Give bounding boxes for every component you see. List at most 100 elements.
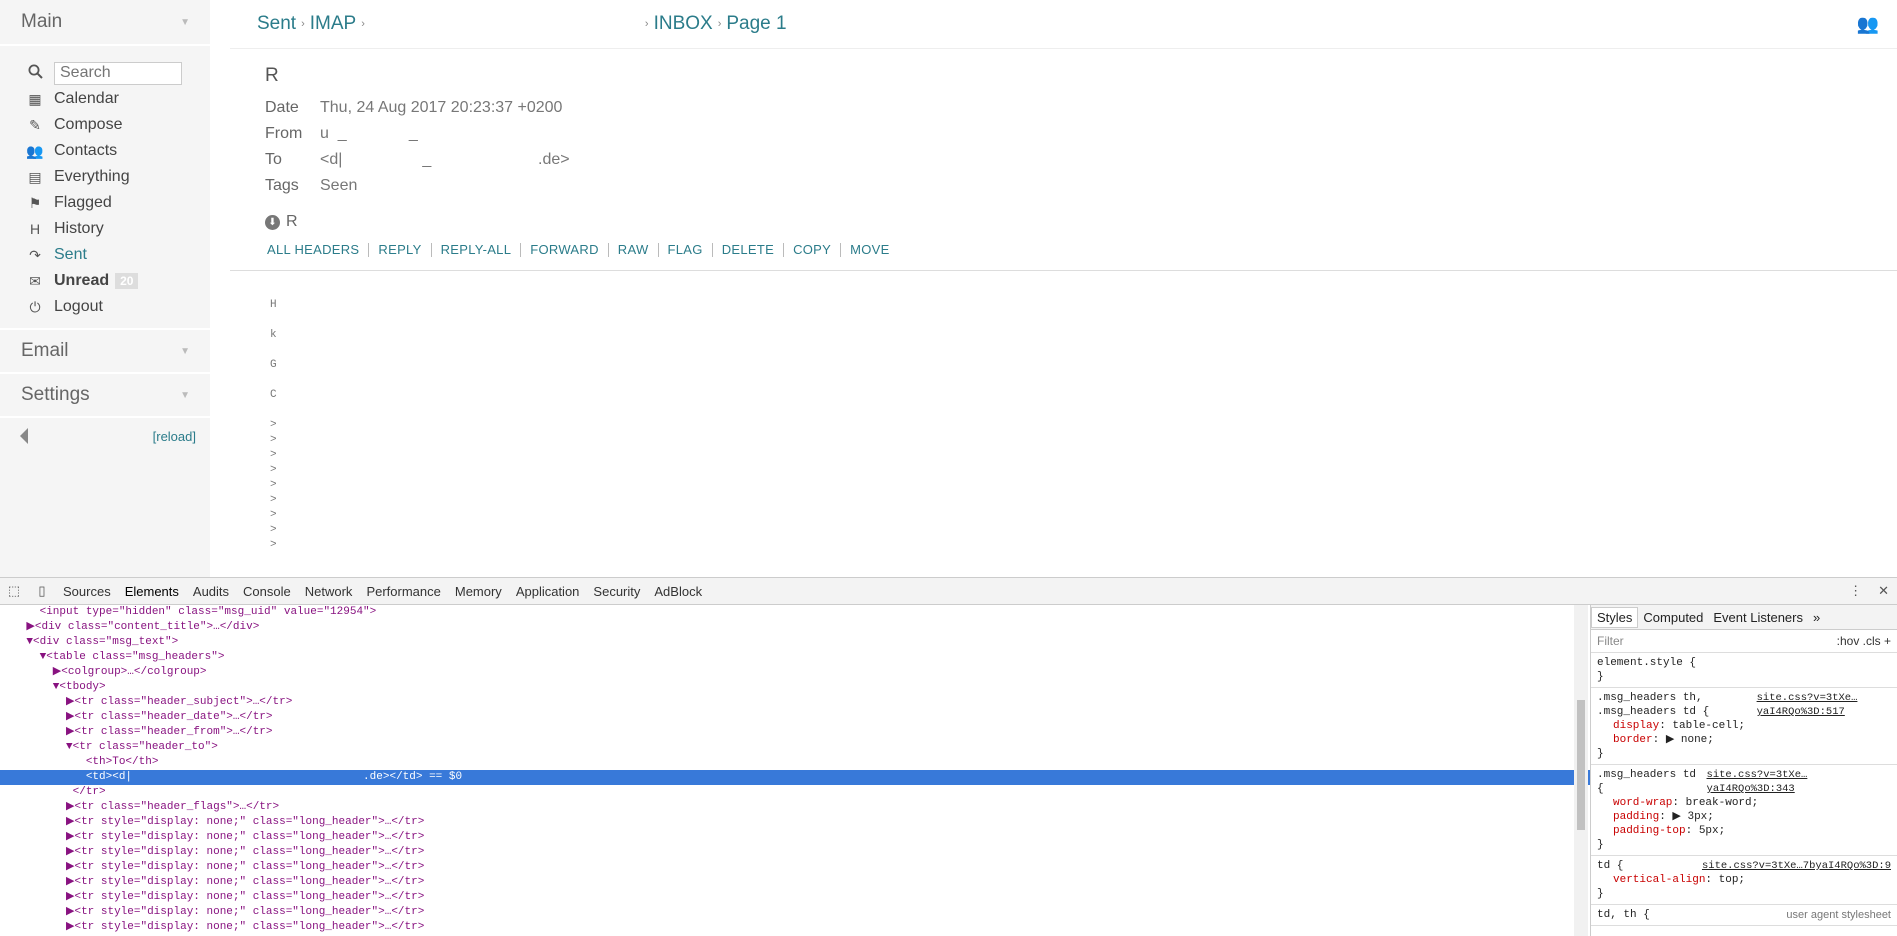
dom-node-row[interactable]: ▶<tr style="display: none;" class="long_… — [0, 905, 1590, 920]
sidebar-item-everything[interactable]: ▤ Everything — [26, 164, 210, 190]
dom-node-row[interactable]: ▶<tr class="header_from">…</tr> — [0, 725, 1590, 740]
raw-button[interactable]: RAW — [618, 243, 659, 257]
dom-node-row[interactable]: ▶<tr style="display: none;" class="long_… — [0, 875, 1590, 890]
dom-node-row[interactable]: ▶<tr style="display: none;" class="long_… — [0, 920, 1590, 935]
css-property[interactable]: border: ▶ none; — [1597, 733, 1891, 747]
rule-source-link[interactable]: site.css?v=3tXe…7byaI4RQo%3D:9 — [1702, 859, 1891, 873]
tab-adblock[interactable]: AdBlock — [647, 584, 709, 599]
users-icon[interactable]: 👥 — [1857, 14, 1879, 35]
tab-application[interactable]: Application — [509, 584, 587, 599]
sidebar-item-unread[interactable]: ✉ Unread 20 — [26, 268, 210, 294]
tab-audits[interactable]: Audits — [186, 584, 236, 599]
tab-console[interactable]: Console — [236, 584, 298, 599]
elements-tree[interactable]: <input type="hidden" class="msg_uid" val… — [0, 605, 1590, 936]
move-button[interactable]: MOVE — [850, 243, 898, 257]
flag-icon: ⚑ — [28, 194, 42, 211]
dom-node-row[interactable]: ▶<div class="content_title">…</div> — [0, 620, 1590, 635]
collapse-arrow-icon[interactable] — [20, 428, 28, 444]
device-toolbar-icon[interactable]: ▯ — [28, 583, 56, 599]
copy-button[interactable]: COPY — [793, 243, 842, 257]
email-section-header[interactable]: Email ▼ — [0, 330, 210, 374]
tab-computed[interactable]: Computed — [1638, 610, 1708, 625]
dom-node-row[interactable]: <input type="hidden" class="msg_uid" val… — [0, 605, 1590, 620]
inspect-icon[interactable]: ⬚ — [0, 583, 28, 599]
tab-security[interactable]: Security — [586, 584, 647, 599]
css-property[interactable]: padding-top: 5px; — [1597, 824, 1891, 838]
settings-section-header[interactable]: Settings ▼ — [0, 374, 210, 418]
breadcrumb-inbox[interactable]: INBOX — [654, 13, 713, 35]
tab-event-listeners[interactable]: Event Listeners — [1708, 610, 1808, 625]
tab-performance[interactable]: Performance — [359, 584, 447, 599]
sidebar-item-label: Everything — [54, 168, 130, 185]
sidebar-item-compose[interactable]: ✎ Compose — [26, 112, 210, 138]
header-key: Date — [265, 99, 299, 116]
css-property[interactable]: display: table-cell; — [1597, 719, 1891, 733]
rule-source-link[interactable]: user agent stylesheet — [1786, 908, 1891, 922]
dom-node-row[interactable]: ▶<tr style="display: none;" class="long_… — [0, 845, 1590, 860]
dom-node-row[interactable]: ▼<tbody> — [0, 680, 1590, 695]
tab-elements[interactable]: Elements — [118, 584, 186, 599]
property-value: ▶ none; — [1665, 734, 1714, 746]
property-value: table-cell; — [1672, 720, 1746, 732]
dom-node-row[interactable]: ▶<tr style="display: none;" class="long_… — [0, 830, 1590, 845]
styles-filter[interactable]: Filter :hov .cls + — [1591, 630, 1897, 653]
sidebar-item-contacts[interactable]: 👥 Contacts — [26, 138, 210, 164]
more-options-icon[interactable]: ⋮ — [1841, 583, 1870, 599]
sidebar-item-logout[interactable]: ⏻ Logout — [26, 294, 210, 320]
close-icon[interactable]: ✕ — [1870, 583, 1897, 599]
all-headers-button[interactable]: ALL HEADERS — [267, 243, 370, 257]
reload-link[interactable]: [reload] — [153, 429, 196, 444]
tab-sources[interactable]: Sources — [56, 584, 118, 599]
rule-source-link[interactable]: site.css?v=3tXe…yaI4RQo%3D:343 — [1707, 768, 1891, 796]
css-property[interactable]: word-wrap: break-word; — [1597, 796, 1891, 810]
dom-node-row[interactable]: ▶<tr class="header_subject">…</tr> — [0, 695, 1590, 710]
dom-node-row[interactable]: </tr> — [0, 785, 1590, 800]
rule-source-link[interactable]: site.css?v=3tXe…yaI4RQo%3D:517 — [1757, 691, 1891, 719]
forward-button[interactable]: FORWARD — [530, 243, 609, 257]
dom-node-row[interactable]: ▶<tr style="display: none;" class="long_… — [0, 890, 1590, 905]
dom-node-row[interactable]: ▼<div class="msg_text"> — [0, 635, 1590, 650]
reply-button[interactable]: REPLY — [378, 243, 432, 257]
dom-node-row[interactable]: ▶<tr style="display: none;" class="long_… — [0, 860, 1590, 875]
style-rule[interactable]: element.style {} — [1591, 653, 1897, 688]
sidebar-item-calendar[interactable]: ▦ Calendar — [26, 86, 210, 112]
reply-all-button[interactable]: REPLY-ALL — [441, 243, 522, 257]
sidebar-item-sent[interactable]: ↷ Sent — [26, 242, 210, 268]
style-rule[interactable]: td, th {user agent stylesheet — [1591, 905, 1897, 926]
dom-node-row[interactable]: <td><d| .de></td> == $0 — [0, 770, 1590, 785]
dom-node-row[interactable]: ▶<tr style="display: none;" class="long_… — [0, 815, 1590, 830]
scrollbar-thumb[interactable] — [1577, 700, 1585, 830]
main-section-header[interactable]: Main ▼ — [0, 0, 210, 46]
sidebar-item-history[interactable]: H History — [26, 216, 210, 242]
chevron-down-icon: ▼ — [180, 389, 190, 401]
calendar-icon: ▦ — [28, 90, 42, 107]
breadcrumb-page[interactable]: Page 1 — [726, 13, 786, 35]
style-rule[interactable]: td {site.css?v=3tXe…7byaI4RQo%3D:9 vertic… — [1591, 856, 1897, 905]
dom-node-row[interactable]: ▶<colgroup>…</colgroup> — [0, 665, 1590, 680]
tab-styles[interactable]: Styles — [1591, 606, 1639, 628]
style-rule[interactable]: .msg_headers th, .msg_headers td {site.c… — [1591, 688, 1897, 765]
elements-scrollbar[interactable] — [1574, 605, 1588, 936]
filter-options[interactable]: :hov .cls + — [1837, 634, 1891, 648]
flag-button[interactable]: FLAG — [668, 243, 713, 257]
search-input[interactable] — [54, 61, 182, 85]
tab-network[interactable]: Network — [298, 584, 360, 599]
attachment-row[interactable]: ⬇ R — [265, 213, 1897, 231]
quote-line: > — [270, 539, 277, 551]
tab-memory[interactable]: Memory — [448, 584, 509, 599]
dom-node-row[interactable]: ▼<tr class="header_to"> — [0, 740, 1590, 755]
breadcrumb-sent[interactable]: Sent — [257, 13, 296, 35]
dom-node-row[interactable]: <th>To</th> — [0, 755, 1590, 770]
more-tabs-icon[interactable]: » — [1808, 610, 1825, 625]
sidebar-item-flagged[interactable]: ⚑ Flagged — [26, 190, 210, 216]
style-rule[interactable]: .msg_headers td {site.css?v=3tXe…yaI4RQo… — [1591, 765, 1897, 856]
envelope-icon: ✉ — [29, 272, 41, 289]
delete-button[interactable]: DELETE — [722, 243, 785, 257]
dom-node-row[interactable]: ▼<table class="msg_headers"> — [0, 650, 1590, 665]
dom-node-row[interactable]: ▶<tr class="header_date">…</tr> — [0, 710, 1590, 725]
breadcrumb-imap[interactable]: IMAP — [310, 13, 356, 35]
css-property[interactable]: padding: ▶ 3px; — [1597, 810, 1891, 824]
body-line: G — [270, 359, 277, 371]
dom-node-row[interactable]: ▶<tr class="header_flags">…</tr> — [0, 800, 1590, 815]
css-property[interactable]: vertical-align: top; — [1597, 873, 1891, 887]
